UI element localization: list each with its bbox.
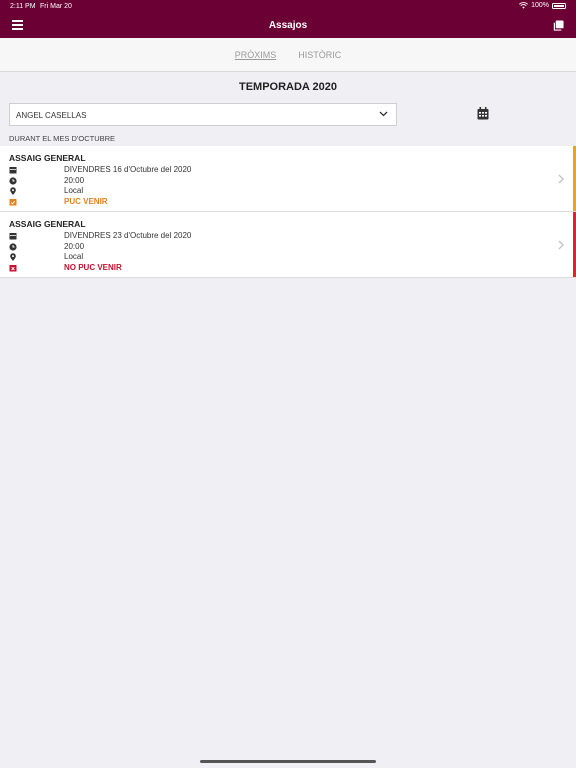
chevron-right-icon <box>558 240 564 250</box>
event-date-row: DIVENDRES 16 d'Octubre del 2020 <box>9 165 509 175</box>
segment-tabs: PRÒXIMS HISTÒRIC <box>0 38 576 72</box>
tab-historic[interactable]: HISTÒRIC <box>298 50 341 60</box>
event-date: DIVENDRES 23 d'Octubre del 2020 <box>64 231 192 240</box>
month-label: DURANT EL MES D'OCTUBRE <box>9 134 116 143</box>
status-date: Fri Mar 20 <box>40 3 72 10</box>
event-title: ASSAIG GENERAL <box>9 153 86 163</box>
chevron-down-icon <box>379 111 388 117</box>
season-title: TEMPORADA 2020 <box>238 81 337 93</box>
battery-percent: 100% <box>531 2 549 9</box>
event-attendance-row: PUC VENIR <box>9 197 509 207</box>
event-row[interactable]: ASSAIG GENERAL DIVENDRES 16 d'Octubre de… <box>0 146 576 212</box>
calendar-check-icon <box>9 199 17 206</box>
tab-proxims[interactable]: PRÒXIMS <box>235 50 277 60</box>
event-attendance: NO PUC VENIR <box>64 263 122 272</box>
event-title: ASSAIG GENERAL <box>9 219 86 229</box>
map-pin-icon <box>10 253 16 261</box>
map-pin-icon <box>10 187 16 195</box>
member-select[interactable]: ANGEL CASELLAS <box>9 103 397 126</box>
event-date: DIVENDRES 16 d'Octubre del 2020 <box>64 165 192 174</box>
home-indicator <box>200 760 376 763</box>
event-date-row: DIVENDRES 23 d'Octubre del 2020 <box>9 231 509 241</box>
event-attendance-row: NO PUC VENIR <box>9 263 509 273</box>
event-location-row: Local <box>9 252 509 262</box>
event-time-row: 20:00 <box>9 176 509 186</box>
status-bar: 2:11 PM Fri Mar 20 100% <box>0 0 576 14</box>
calendar-icon <box>9 233 17 240</box>
event-time-row: 20:00 <box>9 242 509 252</box>
status-right: 100% <box>519 2 566 9</box>
event-attendance: PUC VENIR <box>64 197 108 206</box>
event-time: 20:00 <box>64 242 85 251</box>
event-time: 20:00 <box>64 176 85 185</box>
calendar-x-icon <box>9 265 17 272</box>
event-location: Local <box>64 186 84 195</box>
clock-icon <box>9 243 17 251</box>
wifi-icon <box>519 2 529 9</box>
status-time: 2:11 PM <box>10 3 36 10</box>
member-select-value: ANGEL CASELLAS <box>16 111 87 120</box>
calendar-icon[interactable] <box>477 107 489 120</box>
battery-icon <box>552 2 566 9</box>
copy-icon[interactable] <box>553 20 564 31</box>
clock-icon <box>9 177 17 185</box>
navbar: Assajos <box>0 14 576 38</box>
calendar-icon <box>9 167 17 174</box>
event-location-row: Local <box>9 186 509 196</box>
event-location: Local <box>64 252 84 261</box>
chevron-right-icon <box>558 174 564 184</box>
page-title: Assajos <box>268 20 308 31</box>
event-row[interactable]: ASSAIG GENERAL DIVENDRES 23 d'Octubre de… <box>0 212 576 278</box>
